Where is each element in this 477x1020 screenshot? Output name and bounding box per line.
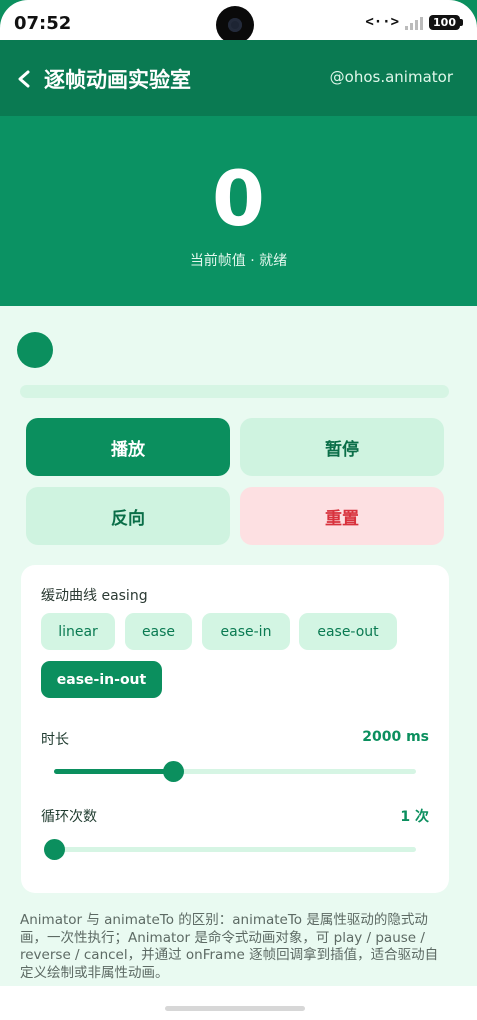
reverse-button[interactable]: 反向 [26,487,230,545]
easing-label: 缓动曲线 easing [41,588,148,604]
loops-slider[interactable] [44,839,416,860]
module-tag: @ohos.animator [329,68,453,86]
progress-track [20,385,449,398]
duration-slider[interactable] [54,761,416,782]
signal-icon [405,14,424,30]
duration-slider-thumb[interactable] [163,761,185,782]
home-indicator[interactable] [165,1006,305,1011]
frame-value: 0 [212,154,265,243]
frame-display: 0 当前帧值 · 就绪 [0,116,477,306]
frame-caption: 当前帧值 · 就绪 [189,253,288,269]
animated-dot [17,332,53,368]
pause-button[interactable]: 暂停 [240,418,444,476]
easing-chip-linear[interactable]: linear [41,613,115,650]
easing-chip-ease-in-out[interactable]: ease-in-out [41,661,162,698]
easing-chip-ease-in[interactable]: ease-in [202,613,290,650]
duration-slider-fill [54,769,174,774]
battery-level: 100 [429,14,460,30]
phone-screen: 07:52 <··> 100 逐帧动画实验室 @ohos.animator 0 … [0,0,477,1020]
status-time: 07:52 [14,13,72,34]
page-title: 逐帧动画实验室 [44,68,191,92]
camera-cutout [216,6,254,44]
easing-chip-ease-out[interactable]: ease-out [299,613,397,650]
nfc-icon: <··> [365,14,400,30]
status-icons: <··> 100 [365,14,463,30]
duration-label: 时长 [41,732,69,748]
navigation-bar [0,986,477,1020]
explanation-text: Animator 与 animateTo 的区别：animateTo 是属性驱动… [20,912,439,981]
app-bar: 逐帧动画实验室 @ohos.animator [0,40,477,116]
loops-label: 循环次数 [41,809,97,825]
easing-chip-ease[interactable]: ease [125,613,192,650]
main-content: 播放 暂停 反向 重置 缓动曲线 easing linear ease ease… [0,306,477,986]
loops-slider-thumb[interactable] [44,839,65,860]
reset-button[interactable]: 重置 [240,487,444,545]
play-button[interactable]: 播放 [26,418,230,476]
battery-icon: 100 [429,14,463,30]
settings-card: 缓动曲线 easing linear ease ease-in ease-out… [21,565,449,893]
duration-value: 2000 ms [362,729,429,745]
chevron-left-icon[interactable] [14,64,36,94]
loops-value: 1 次 [400,809,429,825]
